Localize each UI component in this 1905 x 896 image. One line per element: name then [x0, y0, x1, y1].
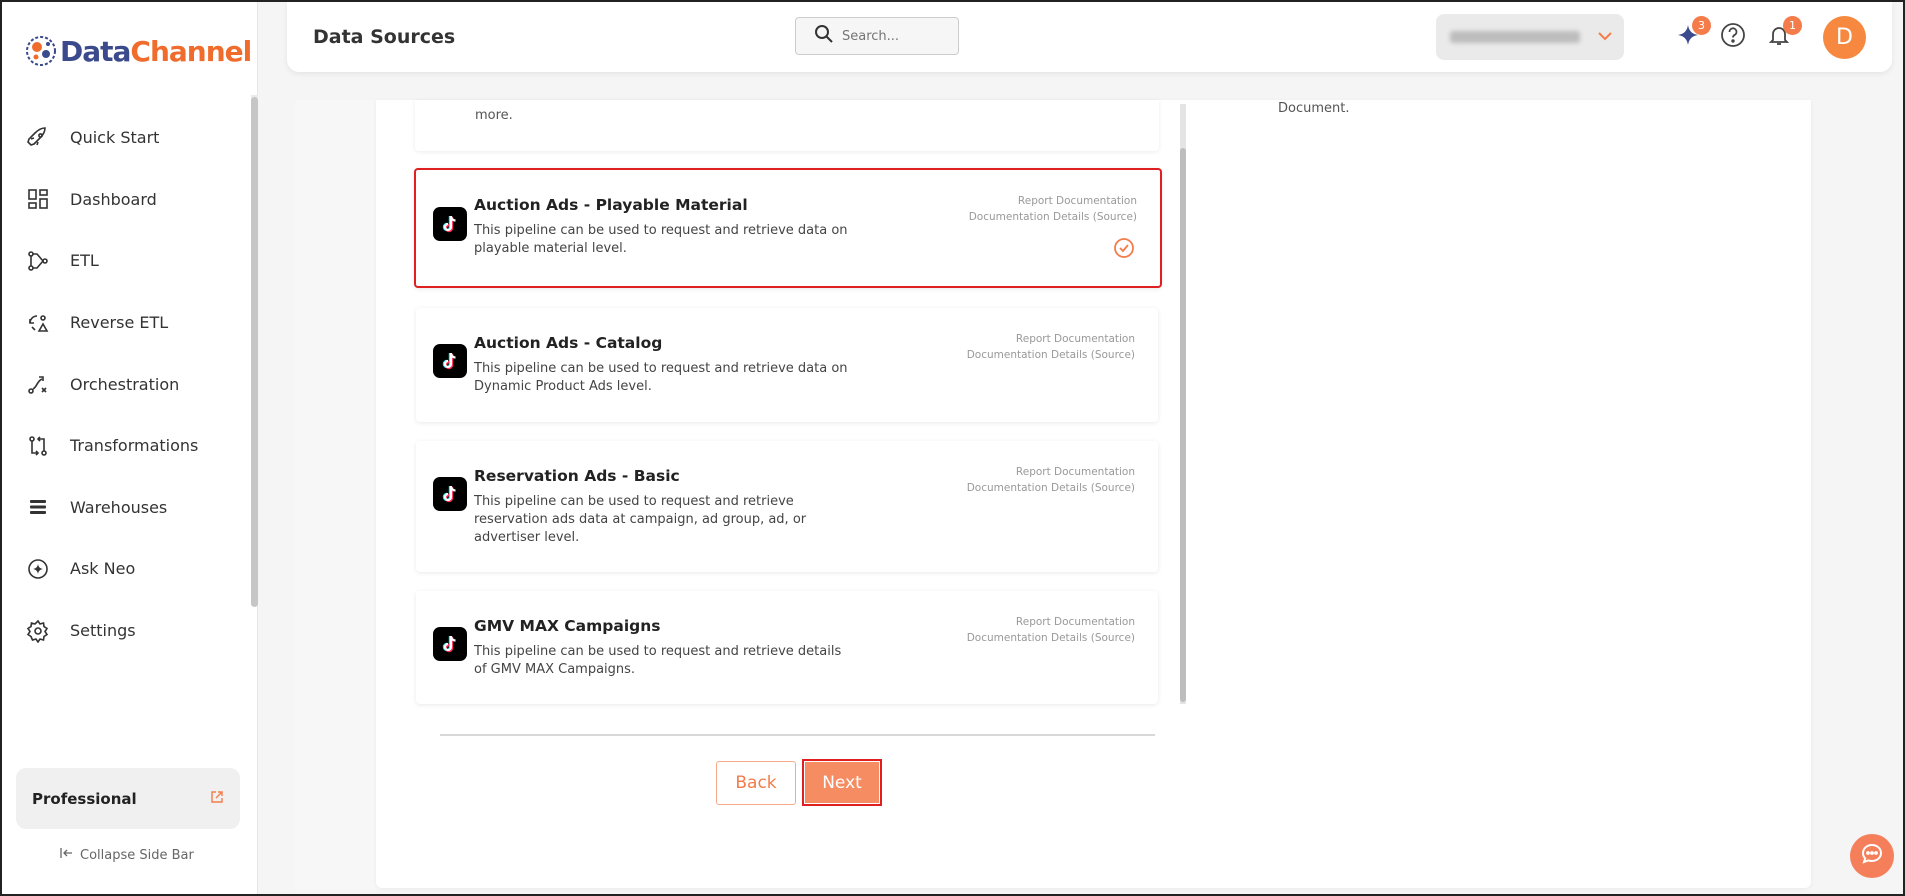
avatar[interactable]: D [1823, 16, 1866, 59]
pipeline-description-fragment: more. [475, 108, 513, 123]
sidebar-item-warehouses[interactable]: Warehouses [2, 477, 252, 539]
sidebar-item-label: Orchestration [70, 374, 180, 394]
report-documentation-link[interactable]: Report Documentation [967, 615, 1135, 631]
documentation-details-link[interactable]: Documentation Details (Source) [967, 481, 1135, 497]
plan-label: Professional [32, 789, 137, 808]
dashboard-icon [24, 185, 52, 213]
pipeline-title: GMV MAX Campaigns [474, 617, 661, 635]
sidebar-item-label: ETL [70, 251, 99, 271]
right-panel-text: Document. [1278, 101, 1350, 116]
warehouses-icon [24, 493, 52, 521]
sidebar-item-orchestration[interactable]: Orchestration [2, 353, 252, 415]
tiktok-icon [433, 344, 467, 378]
sidebar-item-reverse-etl[interactable]: Reverse ETL [2, 292, 252, 354]
pipeline-card-gmv-max[interactable]: GMV MAX Campaigns This pipeline can be u… [416, 591, 1158, 704]
pipeline-card-catalog[interactable]: Auction Ads - Catalog This pipeline can … [416, 308, 1158, 422]
sidebar-item-label: Warehouses [70, 497, 168, 517]
sidebar-nav: Quick Start Dashboard ETL Reverse ETL Or… [2, 107, 252, 661]
notification-badge: 1 [1783, 16, 1802, 35]
reverse-etl-icon [24, 309, 52, 337]
sidebar-item-label: Ask Neo [70, 559, 136, 579]
tiktok-icon [433, 627, 467, 661]
pipeline-card-reservation-basic[interactable]: Reservation Ads - Basic This pipeline ca… [416, 441, 1158, 572]
tiktok-icon [433, 207, 467, 241]
help-button[interactable] [1718, 22, 1748, 52]
sidebar-item-ask-neo[interactable]: Ask Neo [2, 538, 252, 600]
ask-neo-button[interactable]: 3 [1673, 16, 1711, 52]
search-icon [814, 24, 834, 48]
chat-icon [1859, 841, 1885, 871]
sidebar-item-label: Quick Start [70, 128, 160, 148]
documentation-details-link[interactable]: Documentation Details (Source) [967, 631, 1135, 647]
pipeline-title: Auction Ads - Playable Material [474, 196, 748, 214]
sparkle-icon [24, 555, 52, 583]
sidebar-item-etl[interactable]: ETL [2, 230, 252, 292]
divider [440, 734, 1155, 736]
brand-name: DataChannel [60, 34, 252, 68]
sidebar-item-settings[interactable]: Settings [2, 600, 252, 662]
organization-select[interactable] [1436, 14, 1624, 60]
back-button[interactable]: Back [716, 761, 796, 805]
rocket-icon [24, 124, 52, 152]
pipeline-title: Reservation Ads - Basic [474, 467, 680, 485]
pipeline-description: This pipeline can be used to request and… [474, 361, 848, 394]
next-button-highlight: Next [802, 759, 882, 806]
sidebar-item-label: Reverse ETL [70, 313, 169, 333]
chevron-down-icon [1596, 27, 1614, 49]
tiktok-icon [433, 477, 467, 511]
transformations-icon [24, 432, 52, 460]
logo-globe-icon [24, 34, 58, 68]
report-documentation-link[interactable]: Report Documentation [969, 194, 1137, 210]
pipeline-title: Auction Ads - Catalog [474, 334, 663, 352]
collapse-label: Collapse Side Bar [80, 847, 194, 863]
page-title: Data Sources [313, 26, 456, 48]
collapse-sidebar-button[interactable]: Collapse Side Bar [60, 847, 194, 863]
sidebar-item-label: Transformations [70, 436, 199, 456]
etl-icon [24, 247, 52, 275]
orchestration-icon [24, 370, 52, 398]
datachannel-logo[interactable]: DataChannel [24, 34, 252, 68]
pipeline-card-playable-material[interactable]: Auction Ads - Playable Material This pip… [414, 168, 1162, 288]
pipeline-list-scrollbar[interactable] [1180, 104, 1186, 704]
pipeline-description: This pipeline can be used to request and… [474, 223, 848, 256]
next-button[interactable]: Next [805, 762, 879, 803]
neo-badge: 3 [1692, 16, 1711, 35]
pipeline-description: This pipeline can be used to request and… [474, 644, 842, 677]
top-header: Data Sources 3 1 D [287, 2, 1892, 72]
help-icon [1720, 22, 1746, 52]
selected-check-icon [1113, 237, 1135, 263]
sidebar: DataChannel Quick Start Dashboard ETL Re… [2, 2, 258, 894]
pipeline-list-scrollbar-thumb[interactable] [1180, 148, 1186, 702]
plan-card[interactable]: Professional [16, 768, 240, 829]
sidebar-item-dashboard[interactable]: Dashboard [2, 169, 252, 231]
search-input[interactable] [842, 28, 942, 44]
gear-icon [24, 617, 52, 645]
notifications-button[interactable]: 1 [1764, 16, 1802, 52]
sidebar-item-label: Settings [70, 621, 136, 641]
sidebar-item-label: Dashboard [70, 189, 157, 209]
sidebar-scrollbar[interactable] [251, 95, 258, 607]
collapse-arrow-icon [60, 847, 74, 863]
report-documentation-link[interactable]: Report Documentation [967, 332, 1135, 348]
sidebar-item-transformations[interactable]: Transformations [2, 415, 252, 477]
sidebar-item-quick-start[interactable]: Quick Start [2, 107, 252, 169]
organization-name-redacted [1450, 31, 1580, 43]
search-box[interactable] [795, 17, 959, 55]
chat-support-button[interactable] [1850, 834, 1894, 878]
documentation-details-link[interactable]: Documentation Details (Source) [967, 348, 1135, 364]
report-documentation-link[interactable]: Report Documentation [967, 465, 1135, 481]
external-link-icon[interactable] [210, 789, 224, 808]
documentation-details-link[interactable]: Documentation Details (Source) [969, 210, 1137, 226]
sidebar-scrollbar-thumb[interactable] [251, 97, 258, 607]
pipeline-card-partial[interactable]: more. [415, 100, 1159, 151]
pipeline-description: This pipeline can be used to request and… [474, 494, 807, 545]
